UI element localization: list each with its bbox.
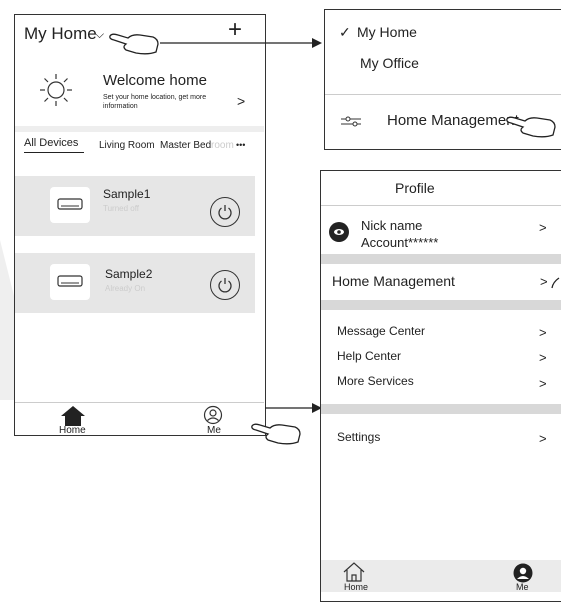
- welcome-title: Welcome home: [103, 72, 207, 89]
- device-status: Turned off: [103, 204, 140, 213]
- ac-unit-icon: [57, 275, 83, 287]
- profile-header-divider: [321, 205, 561, 206]
- profile-icon[interactable]: [203, 405, 223, 425]
- nickname[interactable]: Nick name: [361, 218, 422, 233]
- home-icon[interactable]: [60, 405, 86, 427]
- row-arrow[interactable]: >: [539, 220, 547, 235]
- row-arrow[interactable]: >: [539, 350, 547, 365]
- tab-all-devices[interactable]: All Devices: [24, 137, 78, 149]
- row-arrow[interactable]: >: [540, 274, 548, 289]
- home-selector[interactable]: My Home: [24, 24, 97, 44]
- settings-slider-icon: [341, 116, 361, 127]
- pointing-hand-icon: [506, 116, 556, 138]
- divider: [15, 126, 264, 132]
- arrow-to-dropdown: [160, 38, 322, 48]
- dropdown-divider: [325, 94, 561, 95]
- more-tabs-button[interactable]: •••: [236, 140, 245, 150]
- device-name: Sample1: [103, 187, 151, 201]
- device-name: Sample2: [105, 267, 153, 281]
- section-separator: [321, 404, 561, 414]
- account-id: Account******: [361, 235, 439, 250]
- bottom-nav-divider: [15, 402, 264, 403]
- check-icon: ✓: [339, 24, 351, 40]
- profile-title: Profile: [395, 180, 435, 196]
- dropdown-item-my-home[interactable]: My Home: [357, 24, 417, 40]
- nav-me-label[interactable]: Me: [207, 425, 221, 436]
- welcome-subtitle: Set your home location, get more informa…: [103, 94, 207, 110]
- menu-settings[interactable]: Settings: [337, 430, 380, 444]
- menu-more-services[interactable]: More Services: [337, 374, 414, 388]
- tab-active-underline: [24, 152, 84, 153]
- ac-unit-icon: [57, 198, 83, 210]
- power-icon: [218, 205, 232, 220]
- nav-home-label[interactable]: Home: [59, 425, 86, 436]
- menu-message-center[interactable]: Message Center: [337, 324, 425, 338]
- welcome-arrow[interactable]: >: [237, 93, 245, 109]
- arrow-to-profile: [265, 403, 322, 413]
- nav-me-label[interactable]: Me: [516, 582, 529, 592]
- pointing-hand-icon: [251, 423, 301, 445]
- pointing-hand-icon: [551, 277, 560, 289]
- row-arrow[interactable]: >: [539, 431, 547, 446]
- section-separator: [321, 254, 561, 264]
- dropdown-item-my-office[interactable]: My Office: [360, 55, 419, 71]
- row-arrow[interactable]: >: [539, 325, 547, 340]
- dropdown-home-management[interactable]: Home Management: [387, 112, 519, 129]
- device-status: Already On: [105, 284, 146, 293]
- tab-master-bed[interactable]: Master Bed: [160, 140, 211, 151]
- home-outline-icon[interactable]: [343, 562, 365, 582]
- pointing-hand-icon: [109, 33, 159, 55]
- sun-icon: [40, 74, 72, 106]
- profile-filled-icon[interactable]: [513, 563, 533, 583]
- tab-room-faded[interactable]: room: [211, 140, 234, 151]
- tab-living-room[interactable]: Living Room: [99, 140, 155, 151]
- profile-home-management[interactable]: Home Management: [332, 273, 455, 289]
- menu-help-center[interactable]: Help Center: [337, 349, 401, 363]
- nav-home-label[interactable]: Home: [344, 582, 368, 592]
- power-icon: [218, 278, 232, 293]
- row-arrow[interactable]: >: [539, 376, 547, 391]
- avatar[interactable]: [329, 222, 349, 242]
- section-separator: [321, 300, 561, 310]
- chevron-down-icon[interactable]: ⌵: [95, 27, 104, 42]
